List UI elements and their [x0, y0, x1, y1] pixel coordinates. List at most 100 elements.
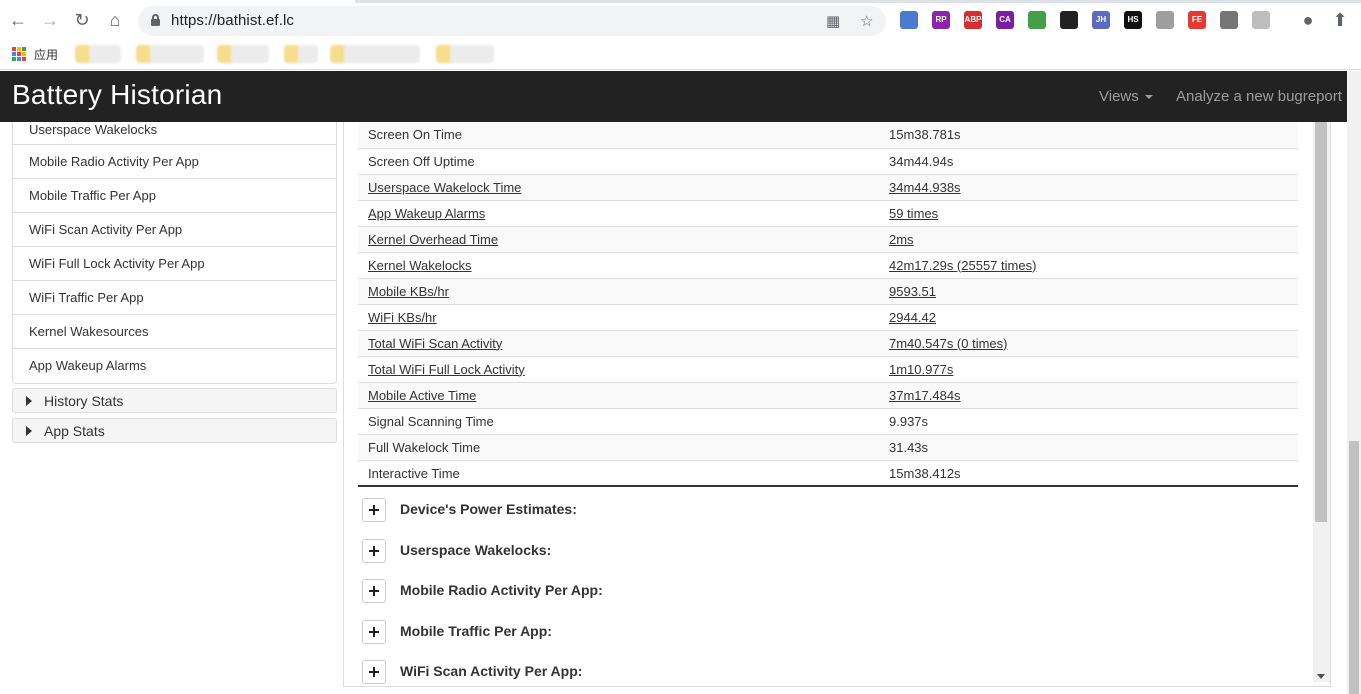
stat-name-link[interactable]: Userspace Wakelock Time — [368, 180, 521, 195]
stat-name-link[interactable]: Total WiFi Scan Activity — [368, 336, 502, 351]
brand-title[interactable]: Battery Historian — [12, 79, 222, 111]
stat-name-link[interactable]: Mobile KBs/hr — [368, 284, 449, 299]
triangle-right-icon — [26, 426, 32, 436]
sidebar-list: Userspace Wakelocks Mobile Radio Activity… — [12, 122, 337, 384]
rp-icon[interactable]: RP — [932, 11, 950, 29]
stat-name-cell: Signal Scanning Time — [368, 413, 494, 429]
apps-grid-icon[interactable] — [12, 47, 26, 61]
table-row: Signal Scanning Time 9.937s — [358, 408, 1298, 434]
stat-value-link[interactable]: 2ms — [889, 232, 914, 247]
table-row: Full Wakelock Time 31.43s — [358, 434, 1298, 460]
opera-icon[interactable] — [900, 11, 918, 29]
forward-icon[interactable]: → — [40, 10, 60, 30]
stat-name-link[interactable]: Kernel Wakelocks — [368, 258, 472, 273]
lock-icon — [151, 14, 160, 26]
page-scrollbar[interactable] — [1347, 71, 1361, 694]
stat-value-link[interactable]: 7m40.547s (0 times) — [889, 336, 1008, 351]
stat-value-link[interactable]: 1m10.977s — [889, 362, 953, 377]
views-dropdown[interactable]: Views — [1099, 88, 1153, 105]
sidebar-item[interactable]: WiFi Full Lock Activity Per App — [13, 247, 336, 281]
abp-icon[interactable]: ABP — [964, 11, 982, 29]
main-content: Screen On Time 15m38.781s Screen Off Uptim… — [343, 122, 1331, 687]
bookmark-item[interactable] — [75, 45, 121, 63]
apps-bookmark[interactable]: 应用 — [34, 46, 58, 63]
translate-icon[interactable]: ▦ — [826, 12, 840, 30]
sidebar-item[interactable]: Mobile Traffic Per App — [13, 179, 336, 213]
pinwheel-icon[interactable] — [1028, 11, 1046, 29]
table-row: Interactive Time 15m38.412s — [358, 460, 1298, 486]
stat-value-cell: 1m10.977s — [879, 356, 1298, 382]
stat-value-link[interactable]: 9593.51 — [889, 284, 936, 299]
bookmark-item[interactable] — [436, 45, 494, 63]
section-title: WiFi Scan Activity Per App: — [400, 663, 583, 679]
table-row: Kernel Overhead Time 2ms — [358, 226, 1298, 252]
table-divider — [358, 485, 1298, 487]
stat-name-cell: Interactive Time — [368, 465, 460, 481]
bookmark-item[interactable] — [217, 45, 269, 63]
section-title: Device's Power Estimates: — [400, 501, 577, 517]
android-icon[interactable] — [1252, 11, 1270, 29]
sidebar-item[interactable]: WiFi Traffic Per App — [13, 281, 336, 315]
stat-value-link[interactable]: 42m17.29s (25557 times) — [889, 258, 1036, 273]
jh-icon[interactable]: JH — [1092, 11, 1110, 29]
profile-icon[interactable]: ● — [1298, 10, 1318, 30]
stat-value-cell: 34m44.938s — [879, 174, 1298, 200]
table-row: Total WiFi Full Lock Activity 1m10.977s — [358, 356, 1298, 382]
fe-icon[interactable]: FE — [1188, 11, 1206, 29]
sidebar-item[interactable]: Mobile Radio Activity Per App — [13, 145, 336, 179]
stat-name-cell: Total WiFi Scan Activity — [358, 330, 879, 356]
panel-title: App Stats — [44, 423, 105, 439]
app-stats-panel[interactable]: App Stats — [12, 418, 337, 443]
expand-plus-button[interactable] — [362, 538, 386, 563]
sidebar-item[interactable]: Userspace Wakelocks — [13, 122, 336, 145]
stat-value-link[interactable]: 37m17.484s — [889, 388, 961, 403]
owl-icon[interactable] — [1060, 11, 1078, 29]
reload-icon[interactable]: ↻ — [72, 10, 92, 30]
table-row: App Wakeup Alarms 59 times — [358, 200, 1298, 226]
stat-value-cell: 15m38.781s — [889, 127, 961, 143]
sidebar-item[interactable]: App Wakeup Alarms — [13, 349, 336, 383]
stat-name-cell: Userspace Wakelock Time — [358, 174, 879, 200]
bookmark-item[interactable] — [330, 45, 420, 63]
expand-plus-button[interactable] — [362, 498, 386, 522]
scroll-down-arrow-icon[interactable] — [1317, 674, 1325, 679]
expand-plus-button[interactable] — [362, 619, 386, 644]
address-bar[interactable]: https://bathist.ef.lc ▦ ☆ — [138, 6, 886, 36]
check-icon[interactable] — [1220, 11, 1238, 29]
tree-icon[interactable] — [1156, 11, 1174, 29]
stat-value-link[interactable]: 59 times — [889, 206, 938, 221]
history-stats-panel[interactable]: History Stats — [12, 388, 337, 413]
stat-value-link[interactable]: 34m44.938s — [889, 180, 961, 195]
content-scrollbar-thumb[interactable] — [1315, 122, 1327, 522]
sidebar: Userspace Wakelocks Mobile Radio Activity… — [12, 122, 337, 443]
stat-name-link[interactable]: App Wakeup Alarms — [368, 206, 485, 221]
stat-name-link[interactable]: Mobile Active Time — [368, 388, 476, 403]
stat-name-cell: Kernel Overhead Time — [358, 226, 879, 252]
star-icon[interactable]: ☆ — [860, 12, 873, 30]
home-icon[interactable]: ⌂ — [105, 10, 125, 30]
table-row: Screen On Time 15m38.781s — [358, 122, 1298, 148]
stat-name-link[interactable]: WiFi KBs/hr — [368, 310, 437, 325]
sidebar-item[interactable]: Kernel Wakesources — [13, 315, 336, 349]
navbar: Battery Historian Views Analyze a new bu… — [0, 71, 1347, 122]
bookmark-item[interactable] — [284, 45, 318, 63]
update-icon[interactable]: ⬆ — [1330, 10, 1350, 30]
bookmark-item[interactable] — [136, 45, 204, 63]
stat-name-cell: Kernel Wakelocks — [358, 252, 879, 278]
back-icon[interactable]: ← — [8, 10, 28, 30]
stat-value-link[interactable]: 2944.42 — [889, 310, 936, 325]
analyze-bugreport-link[interactable]: Analyze a new bugreport — [1176, 88, 1342, 105]
expand-plus-button[interactable] — [362, 579, 386, 603]
expand-plus-button[interactable] — [362, 660, 386, 684]
stat-name-link[interactable]: Total WiFi Full Lock Activity — [368, 362, 525, 377]
stat-value-cell: 59 times — [879, 200, 1298, 226]
hs-icon[interactable]: HS — [1124, 11, 1142, 29]
page-scrollbar-thumb[interactable] — [1349, 441, 1359, 694]
stat-value-cell: 2944.42 — [879, 304, 1298, 330]
sidebar-item[interactable]: WiFi Scan Activity Per App — [13, 213, 336, 247]
content-scrollbar[interactable] — [1313, 122, 1330, 682]
ca-icon[interactable]: CA — [996, 11, 1014, 29]
stat-name-link[interactable]: Kernel Overhead Time — [368, 232, 498, 247]
table-row: Mobile KBs/hr 9593.51 — [358, 278, 1298, 304]
tab-strip — [0, 0, 1361, 3]
